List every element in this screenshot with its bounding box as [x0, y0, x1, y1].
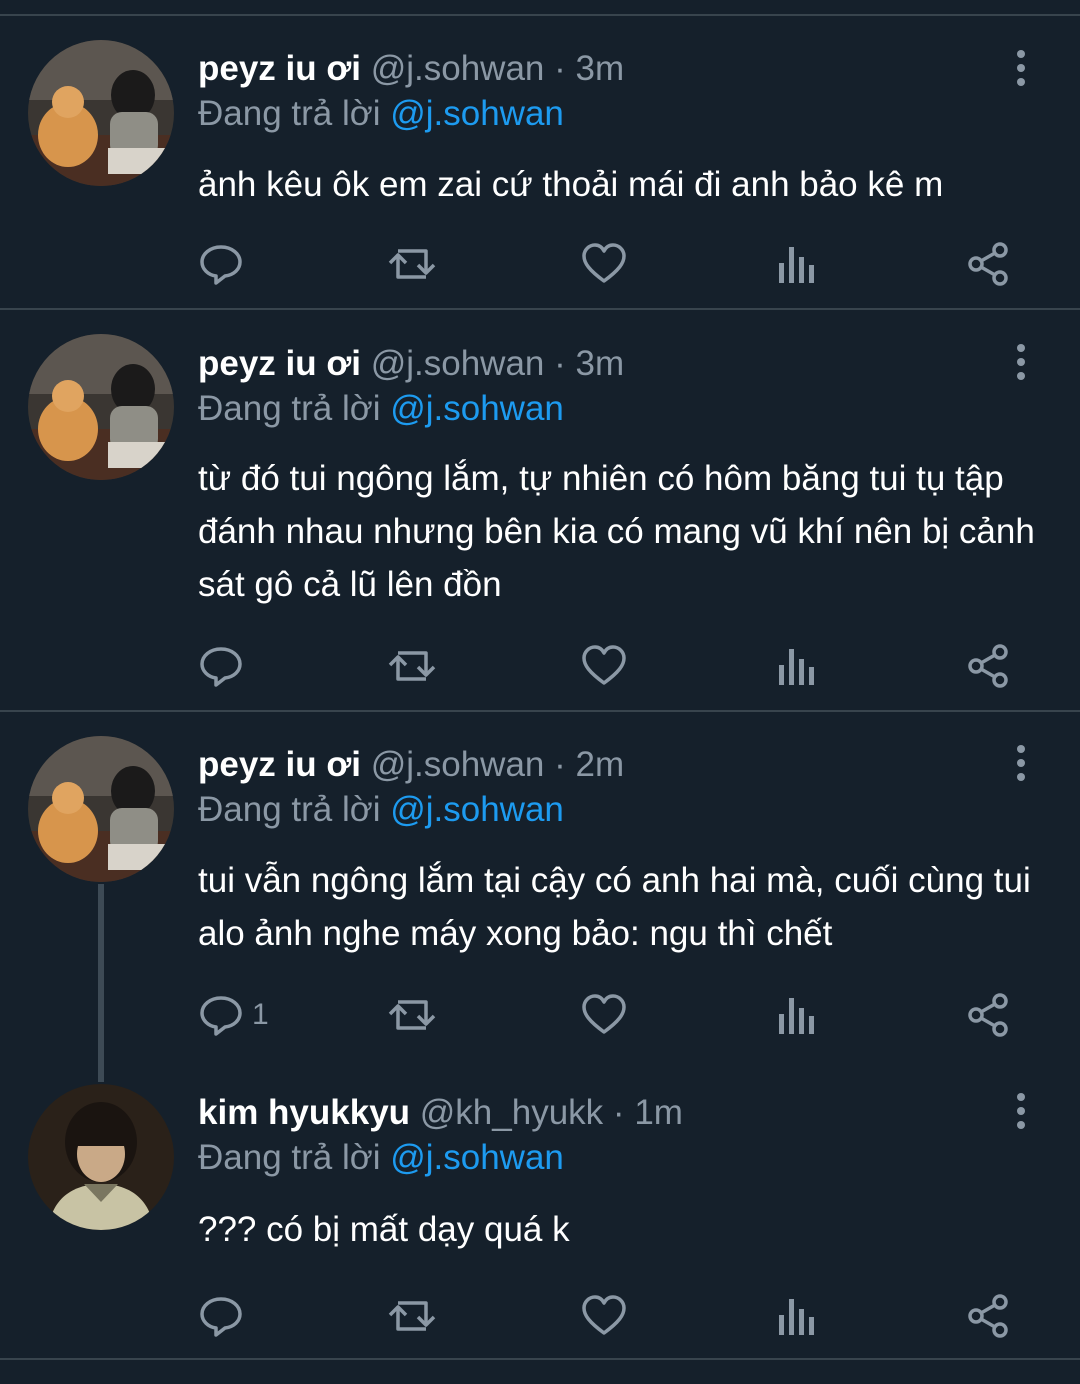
avatar[interactable]	[28, 40, 174, 186]
reply-button[interactable]	[198, 642, 252, 690]
reply-mention[interactable]: @j.sohwan	[390, 1138, 564, 1177]
action-bar: 1	[0, 991, 1080, 1039]
timestamp[interactable]: 3m	[576, 49, 625, 88]
share-button[interactable]	[966, 1292, 1012, 1340]
action-bar	[0, 240, 1080, 288]
reply-icon	[200, 245, 242, 285]
tweet-text: từ đó tui ngông lắm, tự nhiên có hôm băn…	[198, 459, 1035, 604]
reply-icon	[200, 996, 242, 1036]
display-name[interactable]: peyz iu ơi	[198, 745, 361, 784]
top-divider	[0, 14, 1080, 16]
tweet-header: peyz iu ơi @j.sohwan · 3m	[198, 48, 624, 90]
thread-connector	[98, 884, 104, 1082]
avatar[interactable]	[28, 334, 174, 480]
user-handle[interactable]: @kh_hyukk	[420, 1093, 603, 1132]
like-button[interactable]	[581, 642, 627, 690]
timestamp[interactable]: 3m	[576, 344, 625, 383]
more-options-icon[interactable]	[1008, 50, 1034, 90]
analytics-icon	[779, 1299, 814, 1335]
user-handle[interactable]: @j.sohwan	[371, 49, 545, 88]
like-icon	[582, 994, 626, 1034]
tweet-header: peyz iu ơi @j.sohwan · 2m	[198, 744, 624, 786]
avatar[interactable]	[28, 736, 174, 882]
reply-icon	[200, 647, 242, 687]
share-icon	[968, 242, 1008, 286]
more-options-icon[interactable]	[1008, 1093, 1034, 1133]
reply-button[interactable]: 1	[198, 991, 269, 1039]
tweet-text: ??? có bị mất dạy quá k	[198, 1210, 570, 1249]
reply-count: 1	[252, 998, 269, 1031]
tweet-text: tui vẫn ngông lắm tại cậy có anh hai mà,…	[198, 861, 1031, 953]
tweet-header: peyz iu ơi @j.sohwan · 3m	[198, 343, 624, 385]
tweet-divider	[0, 710, 1080, 712]
more-options-icon[interactable]	[1008, 344, 1034, 384]
analytics-button[interactable]	[776, 642, 816, 690]
reply-mention[interactable]: @j.sohwan	[390, 389, 564, 428]
display-name[interactable]: peyz iu ơi	[198, 49, 361, 88]
replying-to: Đang trả lời @j.sohwan	[198, 789, 564, 831]
like-button[interactable]	[581, 240, 627, 288]
analytics-button[interactable]	[776, 240, 816, 288]
share-icon	[968, 644, 1008, 688]
replying-to: Đang trả lời @j.sohwan	[198, 1137, 564, 1179]
separator: ·	[554, 344, 566, 383]
reply-button[interactable]	[198, 1292, 252, 1340]
analytics-button[interactable]	[776, 991, 816, 1039]
user-handle[interactable]: @j.sohwan	[371, 344, 545, 383]
like-button[interactable]	[581, 991, 627, 1039]
avatar[interactable]	[28, 1084, 174, 1230]
tweet-text: ảnh kêu ôk em zai cứ thoải mái đi anh bả…	[198, 165, 944, 204]
analytics-icon	[779, 649, 814, 685]
reply-prefix: Đang trả lời	[198, 790, 381, 829]
reply-prefix: Đang trả lời	[198, 389, 381, 428]
share-button[interactable]	[966, 240, 1012, 288]
action-bar	[0, 1292, 1080, 1340]
retweet-icon	[388, 249, 436, 279]
separator: ·	[554, 49, 566, 88]
reply-mention[interactable]: @j.sohwan	[390, 94, 564, 133]
share-button[interactable]	[966, 642, 1012, 690]
retweet-button[interactable]	[386, 1292, 438, 1340]
reply-icon	[200, 1297, 242, 1337]
share-icon	[968, 1294, 1008, 1338]
replying-to: Đang trả lời @j.sohwan	[198, 93, 564, 135]
reply-mention[interactable]: @j.sohwan	[390, 790, 564, 829]
analytics-icon	[779, 247, 814, 283]
reply-prefix: Đang trả lời	[198, 94, 381, 133]
timestamp[interactable]: 1m	[634, 1093, 683, 1132]
retweet-icon	[388, 1301, 436, 1331]
like-icon	[582, 243, 626, 283]
analytics-icon	[779, 998, 814, 1034]
display-name[interactable]: peyz iu ơi	[198, 344, 361, 383]
retweet-button[interactable]	[386, 642, 438, 690]
display-name[interactable]: kim hyukkyu	[198, 1093, 410, 1132]
replying-to: Đang trả lời @j.sohwan	[198, 388, 564, 430]
retweet-button[interactable]	[386, 991, 438, 1039]
analytics-button[interactable]	[776, 1292, 816, 1340]
action-bar	[0, 642, 1080, 690]
retweet-icon	[388, 651, 436, 681]
more-options-icon[interactable]	[1008, 745, 1034, 785]
share-button[interactable]	[966, 991, 1012, 1039]
timestamp[interactable]: 2m	[576, 745, 625, 784]
like-icon	[582, 1295, 626, 1335]
reply-button[interactable]	[198, 240, 252, 288]
retweet-icon	[388, 1000, 436, 1030]
retweet-button[interactable]	[386, 240, 438, 288]
like-button[interactable]	[581, 1292, 627, 1340]
reply-prefix: Đang trả lời	[198, 1138, 381, 1177]
share-icon	[968, 993, 1008, 1037]
user-handle[interactable]: @j.sohwan	[371, 745, 545, 784]
separator: ·	[612, 1093, 625, 1132]
like-icon	[582, 645, 626, 685]
separator: ·	[554, 745, 566, 784]
tweet-divider	[0, 308, 1080, 310]
tweet-header: kim hyukkyu @kh_hyukk · 1m	[198, 1092, 683, 1134]
bottom-divider	[0, 1358, 1080, 1360]
